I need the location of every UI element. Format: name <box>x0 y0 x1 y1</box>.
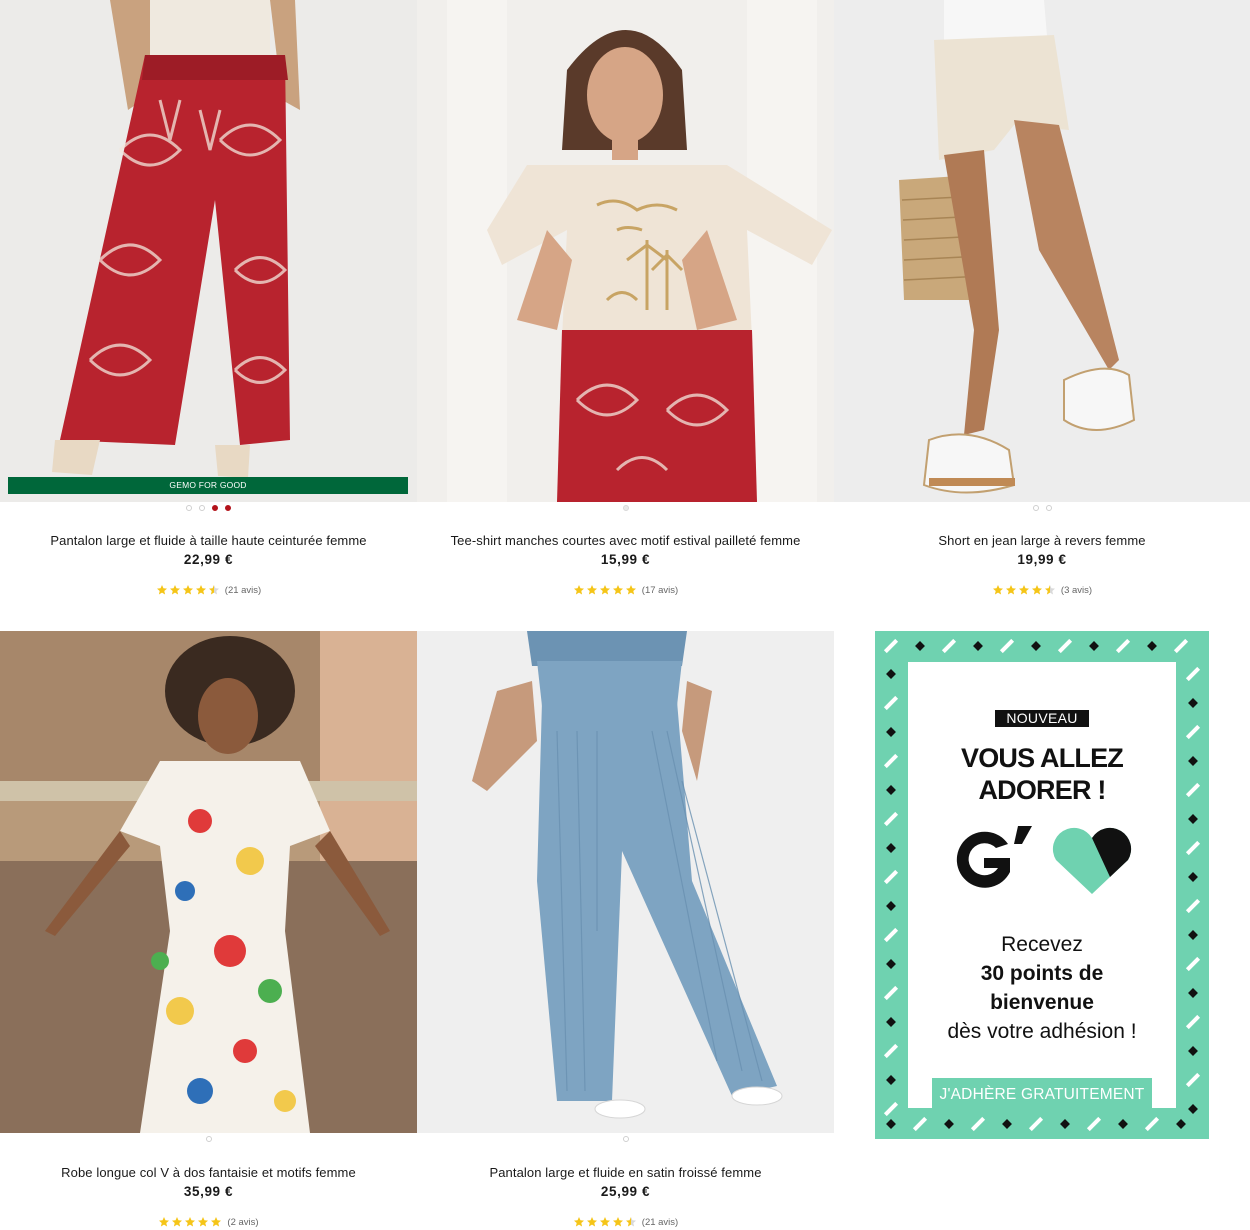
product-title[interactable]: Pantalon large et fluide en satin froiss… <box>417 1165 834 1180</box>
gemo-for-good-badge: GEMO FOR GOOD <box>8 477 408 494</box>
product-rating: (21 avis) <box>0 584 417 596</box>
body-line: Recevez <box>1001 933 1083 956</box>
star-icon <box>599 1217 610 1227</box>
star-icon <box>1005 585 1016 595</box>
product-image[interactable] <box>417 0 834 502</box>
star-icon <box>599 585 610 595</box>
product-rating: (2 avis) <box>0 1216 417 1228</box>
star-icon <box>172 1217 183 1227</box>
star-icon <box>612 585 623 595</box>
product-rating: (3 avis) <box>834 584 1250 596</box>
star-icon <box>1044 585 1055 595</box>
star-icon <box>185 1217 196 1227</box>
headline-line: VOUS ALLEZ <box>960 743 1124 773</box>
product-image[interactable] <box>834 0 1250 502</box>
swatch[interactable] <box>225 505 231 511</box>
product-title[interactable]: Pantalon large et fluide à taille haute … <box>0 533 417 548</box>
star-icon <box>182 585 193 595</box>
product-title[interactable]: Robe longue col V à dos fantaisie et mot… <box>0 1165 417 1180</box>
product-rating: (21 avis) <box>417 1216 834 1228</box>
body-line: dès votre adhésion ! <box>947 1020 1137 1043</box>
star-icon <box>195 585 206 595</box>
star-icon <box>1018 585 1029 595</box>
rating-stars <box>156 584 220 596</box>
star-icon <box>156 585 167 595</box>
new-tag: NOUVEAU <box>995 710 1089 727</box>
star-icon <box>625 585 636 595</box>
rating-stars <box>158 1216 222 1228</box>
rating-stars <box>992 584 1056 596</box>
body-bold: 30 points de <box>980 962 1104 985</box>
body-bold: bienvenue <box>990 991 1094 1014</box>
swatch[interactable] <box>622 1136 629 1142</box>
star-icon <box>586 585 597 595</box>
star-icon <box>208 585 219 595</box>
product-title[interactable]: Short en jean large à revers femme <box>834 533 1250 548</box>
product-card-1[interactable]: GEMO FOR GOOD Pantalon large et fluide à… <box>0 0 417 610</box>
product-card-3[interactable]: Short en jean large à revers femme 19,99… <box>834 0 1250 610</box>
join-free-button[interactable]: J'ADHÈRE GRATUITEMENT <box>932 1078 1152 1112</box>
product-title[interactable]: Tee-shirt manches courtes avec motif est… <box>417 533 834 548</box>
star-icon <box>198 1217 209 1227</box>
color-swatches[interactable] <box>0 1136 417 1146</box>
star-icon <box>612 1217 623 1227</box>
star-icon <box>159 1217 170 1227</box>
rating-stars <box>573 584 637 596</box>
star-icon <box>1031 585 1042 595</box>
g-heart-logo-icon <box>956 826 1132 894</box>
star-icon <box>625 1217 636 1227</box>
swatch[interactable] <box>199 505 205 511</box>
star-icon <box>573 1217 584 1227</box>
star-icon <box>211 1217 222 1227</box>
color-swatches[interactable] <box>0 505 417 515</box>
swatch[interactable] <box>186 505 192 511</box>
star-icon <box>573 585 584 595</box>
product-price: 19,99 € <box>1017 552 1067 567</box>
swatch[interactable] <box>622 505 629 511</box>
promo-body: Recevez 30 points de bienvenue dès votre… <box>908 930 1176 1046</box>
promo-content: NOUVEAU VOUS ALLEZ ADORER ! Recevez 30 p… <box>908 662 1176 1112</box>
product-card-4[interactable]: Robe longue col V à dos fantaisie et mot… <box>0 631 417 1230</box>
color-swatches[interactable] <box>834 505 1250 515</box>
swatch[interactable] <box>1032 505 1039 511</box>
star-icon <box>169 585 180 595</box>
review-count[interactable]: (21 avis) <box>642 1217 678 1228</box>
headline-line: ADORER ! <box>978 775 1106 805</box>
review-count[interactable]: (3 avis) <box>1061 585 1092 596</box>
rating-stars <box>573 1216 637 1228</box>
promo-headline: VOUS ALLEZ ADORER ! <box>908 742 1176 806</box>
color-swatches[interactable] <box>417 505 834 515</box>
swatch[interactable] <box>205 1136 212 1142</box>
product-image[interactable] <box>0 631 417 1133</box>
star-icon <box>586 1217 597 1227</box>
product-image[interactable] <box>0 0 417 502</box>
product-price: 22,99 € <box>183 552 234 567</box>
product-price: 15,99 € <box>600 552 651 567</box>
review-count[interactable]: (2 avis) <box>227 1217 258 1228</box>
swatch[interactable] <box>212 505 218 511</box>
review-count[interactable]: (21 avis) <box>225 585 261 596</box>
product-rating: (17 avis) <box>417 584 834 596</box>
review-count[interactable]: (17 avis) <box>642 585 678 596</box>
color-swatches[interactable] <box>417 1136 834 1146</box>
star-icon <box>992 585 1003 595</box>
loyalty-promo-banner[interactable]: NOUVEAU VOUS ALLEZ ADORER ! Recevez 30 p… <box>875 631 1209 1139</box>
product-price: 25,99 € <box>600 1184 651 1199</box>
body-line: 30 points de <box>908 959 1176 988</box>
product-image[interactable] <box>417 631 834 1133</box>
product-card-5[interactable]: Pantalon large et fluide en satin froiss… <box>417 631 834 1230</box>
product-price: 35,99 € <box>183 1184 234 1199</box>
product-card-2[interactable]: Tee-shirt manches courtes avec motif est… <box>417 0 834 610</box>
swatch[interactable] <box>1045 505 1052 511</box>
body-line: bienvenue <box>908 988 1176 1017</box>
